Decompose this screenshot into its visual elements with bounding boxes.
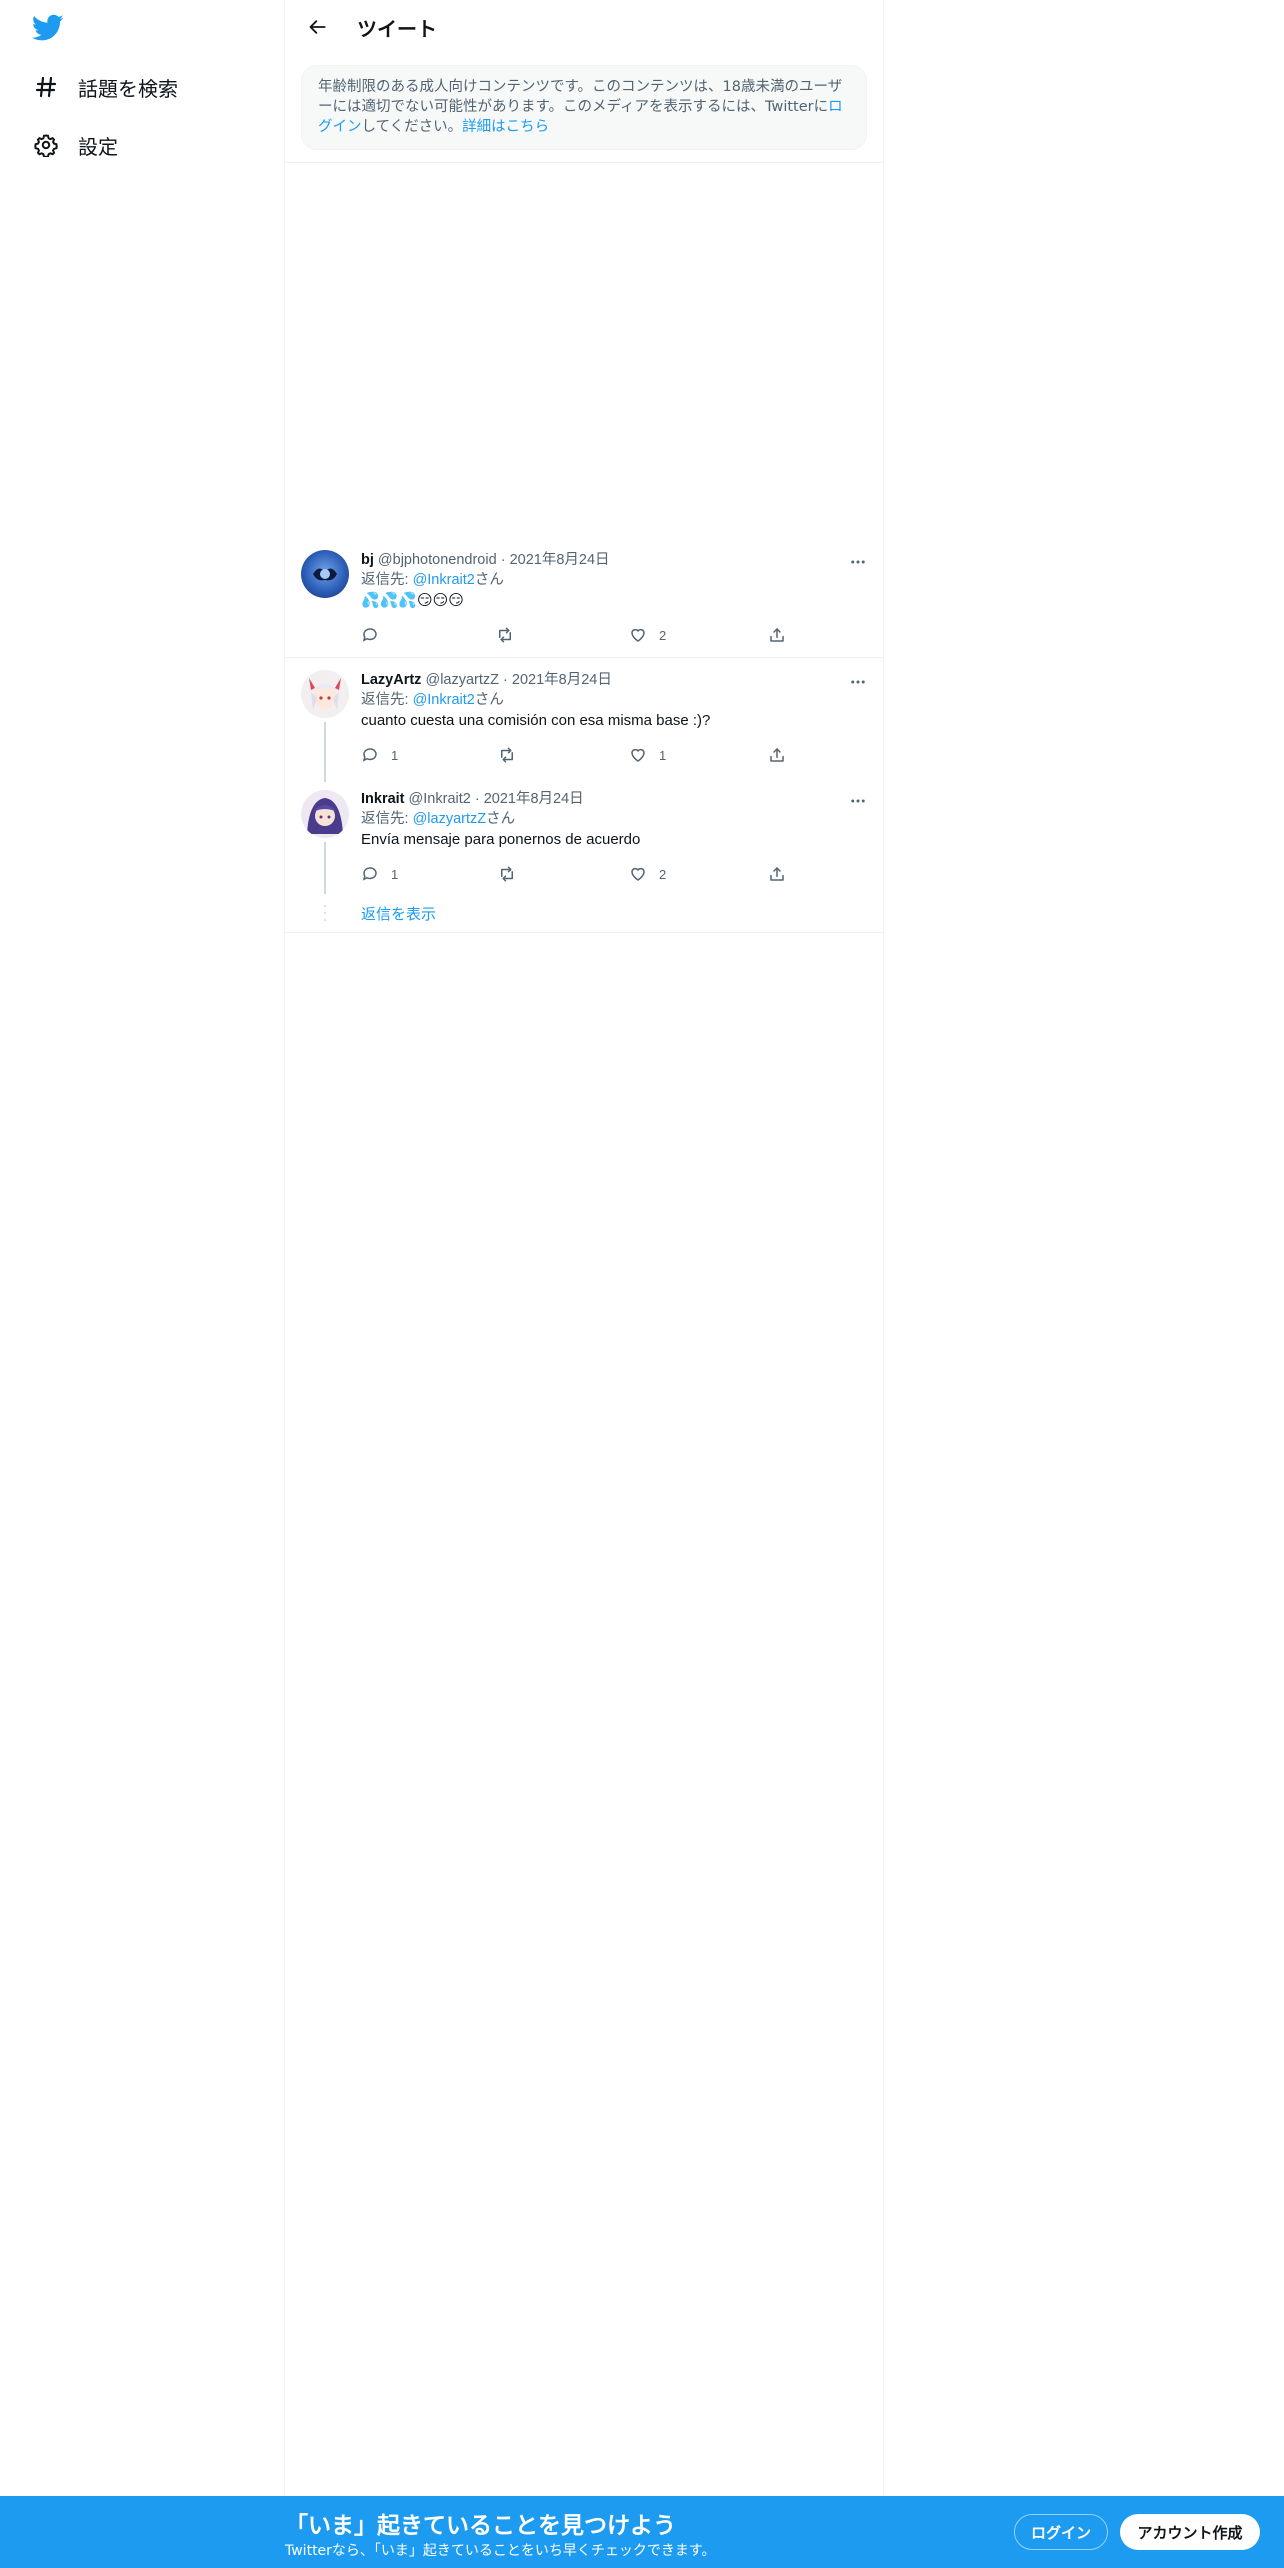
retweet-button[interactable]	[498, 745, 528, 765]
reply-icon	[362, 628, 377, 642]
sidebar-item-label: 話題を検索	[78, 76, 178, 101]
reply-count: 1	[391, 747, 399, 763]
reply-prefix: 返信先:	[361, 572, 413, 588]
tweet-date[interactable]: 2021年8月24日	[512, 672, 612, 688]
login-button[interactable]: ログイン	[1014, 2514, 1108, 2550]
sidebar-item-explore[interactable]: 話題を検索	[18, 62, 192, 112]
reply-icon	[362, 867, 377, 881]
notice-text: 年齢制限のある成人向けコンテンツです。このコンテンツは、18歳未満のユーザーには…	[318, 79, 843, 115]
more-options-icon[interactable]	[848, 791, 868, 811]
signup-button[interactable]: アカウント作成	[1120, 2514, 1260, 2550]
sidebar-item-settings[interactable]: 設定	[18, 120, 132, 170]
heart-icon	[631, 867, 645, 881]
like-count: 2	[659, 627, 667, 643]
tweet-header: bj @bjphotonendroid · 2021年8月24日	[361, 550, 868, 570]
separator-dot: ·	[474, 791, 480, 807]
hashtag-icon	[32, 73, 60, 101]
tweet-actions: 2	[361, 625, 791, 645]
left-sidebar: 話題を検索 設定	[0, 0, 285, 2568]
reply-handle-link[interactable]: @Inkrait2	[413, 572, 475, 588]
retweet-icon	[501, 866, 513, 882]
user-handle[interactable]: @lazyartzZ	[425, 672, 499, 688]
reply-handle-link[interactable]: @lazyartzZ	[413, 811, 487, 827]
heart-icon	[631, 748, 645, 762]
like-button[interactable]: 1	[629, 745, 666, 765]
reply-suffix: さん	[474, 692, 504, 708]
like-button[interactable]: 2	[629, 864, 666, 884]
twitter-logo-icon[interactable]	[31, 14, 64, 42]
learn-more-link[interactable]: 詳細はこちら	[462, 119, 549, 135]
like-button[interactable]: 2	[629, 625, 666, 645]
like-count: 2	[659, 866, 667, 882]
reply-suffix: さん	[486, 811, 516, 827]
share-icon	[770, 867, 784, 881]
reply-button[interactable]: 1	[361, 745, 398, 765]
user-name[interactable]: LazyArtz	[361, 672, 421, 688]
avatar[interactable]	[301, 670, 349, 718]
tweet-date[interactable]: 2021年8月24日	[484, 791, 584, 807]
retweet-icon	[499, 627, 511, 643]
reply-button[interactable]: 1	[361, 864, 398, 884]
retweet-button[interactable]	[498, 864, 528, 884]
reply-handle-link[interactable]: @Inkrait2	[413, 692, 475, 708]
share-button[interactable]	[768, 864, 786, 884]
user-name[interactable]: bj	[361, 552, 374, 568]
tweet-header: Inkrait @Inkrait2 · 2021年8月24日	[361, 789, 868, 809]
tweet-header: LazyArtz @lazyartzZ · 2021年8月24日	[361, 670, 868, 690]
tweet-actions: 1 1	[361, 745, 791, 765]
banner-subtitle: Twitterなら、「いま」起きていることをいち早くチェックできます。	[285, 2543, 716, 2559]
separator-dot: ·	[500, 552, 506, 568]
retweet-icon	[501, 747, 513, 763]
sensitive-content-notice: 年齢制限のある成人向けコンテンツです。このコンテンツは、18歳未満のユーザーには…	[301, 65, 867, 150]
more-options-icon[interactable]	[848, 552, 868, 572]
tweet-text: 💦💦💦😏😏😏	[361, 592, 464, 609]
separator-dot: ·	[503, 672, 508, 688]
thread-line	[324, 842, 326, 894]
user-handle[interactable]: @bjphotonendroid	[378, 552, 497, 568]
heart-icon	[631, 628, 645, 642]
reply-button[interactable]	[361, 625, 391, 645]
back-button[interactable]	[301, 10, 335, 44]
reply-icon	[362, 748, 377, 762]
share-icon	[770, 748, 784, 762]
user-handle[interactable]: @Inkrait2	[409, 791, 471, 807]
show-replies-link[interactable]: 返信を表示	[361, 903, 436, 924]
more-options-icon[interactable]	[848, 672, 868, 692]
sidebar-item-label: 設定	[78, 134, 118, 159]
banner-title: 「いま」起きていることを見つけよう	[285, 2513, 676, 2539]
hidden-media-area	[285, 162, 883, 547]
share-button[interactable]	[768, 625, 786, 645]
like-count: 1	[659, 747, 667, 763]
page-title: ツイート	[357, 16, 437, 41]
thread-dots	[324, 905, 326, 921]
reply-prefix: 返信先:	[361, 811, 413, 827]
signup-banner: 「いま」起きていることを見つけよう Twitterなら、「いま」起きていることを…	[0, 2496, 1284, 2568]
tweet-text: Envía mensaje para ponernos de acuerdo	[361, 831, 641, 848]
replying-to: 返信先: @Inkrait2さん	[361, 690, 868, 710]
replying-to: 返信先: @Inkrait2さん	[361, 570, 868, 590]
tweet-date[interactable]: 2021年8月24日	[510, 552, 610, 568]
reply-count: 1	[391, 866, 399, 882]
avatar[interactable]	[301, 790, 349, 838]
reply-suffix: さん	[474, 572, 504, 588]
avatar[interactable]	[301, 550, 349, 598]
reply-prefix: 返信先:	[361, 692, 413, 708]
replying-to: 返信先: @lazyartzZさん	[361, 809, 868, 829]
thread-line	[324, 722, 326, 782]
header: ツイート	[285, 0, 883, 54]
main-column: ツイート 年齢制限のある成人向けコンテンツです。このコンテンツは、18歳未満のユ…	[285, 0, 884, 2568]
notice-text: してください。	[361, 119, 463, 135]
tweet-actions: 1 2	[361, 864, 791, 884]
share-icon	[770, 628, 784, 642]
user-name[interactable]: Inkrait	[361, 791, 405, 807]
retweet-button[interactable]	[496, 625, 526, 645]
gear-icon	[32, 131, 60, 159]
share-button[interactable]	[768, 745, 786, 765]
tweet-text: cuanto cuesta una comisión con esa misma…	[361, 712, 711, 729]
arrow-left-icon	[309, 20, 326, 34]
